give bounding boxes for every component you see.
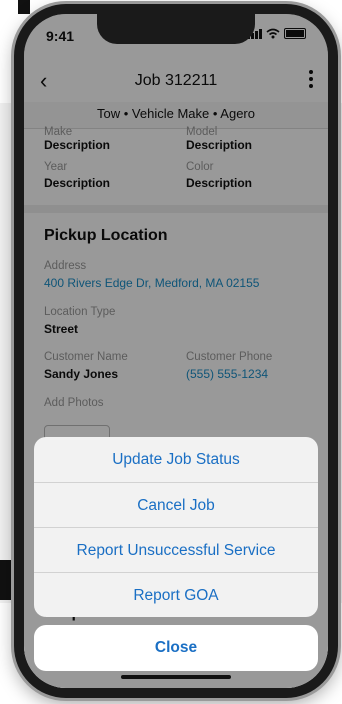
phone-screen: 9:41 ‹ Job 312211 Tow • Vehicle Make • A… (24, 14, 328, 688)
phone-frame: 9:41 ‹ Job 312211 Tow • Vehicle Make • A… (14, 4, 338, 698)
report-unsuccessful-service-button[interactable]: Report Unsuccessful Service (34, 527, 318, 572)
cancel-job-button[interactable]: Cancel Job (34, 482, 318, 527)
home-indicator (121, 675, 231, 679)
report-goa-button[interactable]: Report GOA (34, 572, 318, 617)
action-sheet: Update Job Status Cancel Job Report Unsu… (34, 437, 318, 671)
phone-notch (97, 14, 255, 44)
background-shape (18, 0, 30, 14)
action-sheet-options: Update Job Status Cancel Job Report Unsu… (34, 437, 318, 617)
close-button[interactable]: Close (34, 625, 318, 671)
update-job-status-button[interactable]: Update Job Status (34, 437, 318, 482)
